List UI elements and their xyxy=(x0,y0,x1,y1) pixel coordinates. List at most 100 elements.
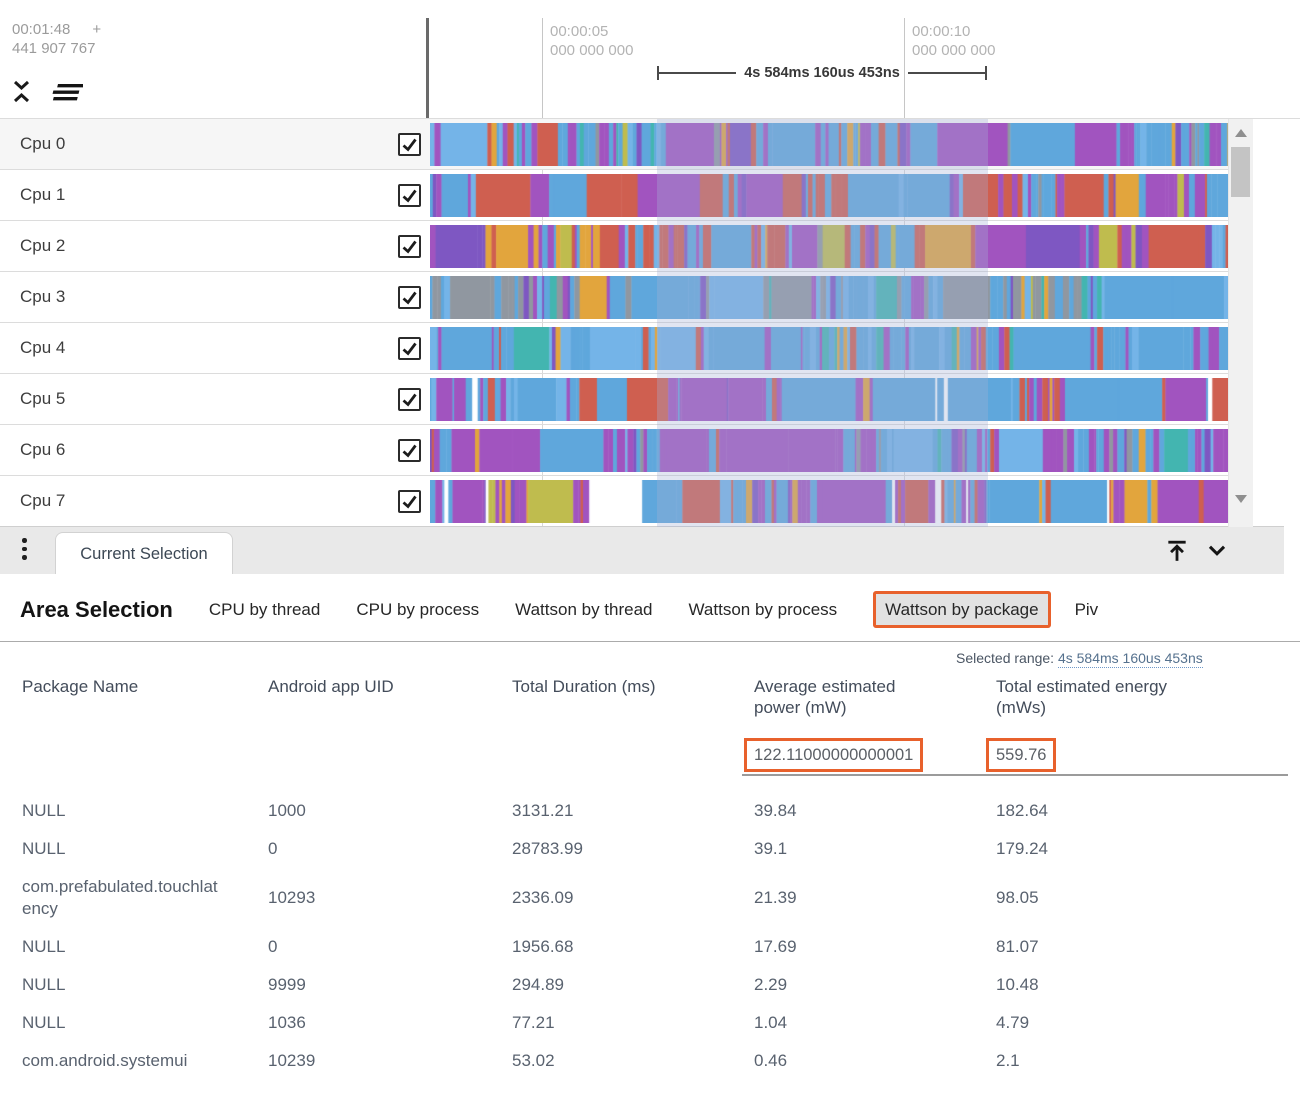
detail-tab-wattson-by-process[interactable]: Wattson by process xyxy=(689,600,838,619)
track-row-cpu-6: Cpu 6 xyxy=(0,425,1252,476)
table-row-7-col-2: 10239 xyxy=(268,1042,512,1080)
area-selection-overlay[interactable] xyxy=(657,119,988,527)
check-icon xyxy=(400,441,419,460)
table-top-border xyxy=(0,641,1300,642)
detail-tab-wattson-by-thread[interactable]: Wattson by thread xyxy=(515,600,652,619)
vertical-align-top-icon[interactable] xyxy=(1164,537,1190,568)
table-row-7-col-3: 53.02 xyxy=(512,1042,754,1080)
details-panel: Area Selection CPU by thread CPU by proce… xyxy=(0,574,1300,1104)
check-icon xyxy=(400,288,419,307)
table-row-5-col-1: NULL xyxy=(22,966,227,1004)
flatten-icon[interactable] xyxy=(47,80,83,109)
vertical-scrollbar[interactable] xyxy=(1228,119,1253,527)
track-row-cpu-7: Cpu 7 xyxy=(0,476,1252,527)
table-row-1-col-4: 39.84 xyxy=(754,792,996,830)
ruler-tick-origin xyxy=(426,18,429,118)
summary-avg-power-box: 122.11000000000001 xyxy=(744,738,923,772)
table-row-6-col-5: 4.79 xyxy=(996,1004,1288,1042)
track-label[interactable]: Cpu 4 xyxy=(20,323,65,373)
table-row-1-col-1: NULL xyxy=(22,792,227,830)
table-row-7-col-4: 0.46 xyxy=(754,1042,996,1080)
tab-current-selection[interactable]: Current Selection xyxy=(55,532,233,575)
ruler-tick-5s xyxy=(542,18,543,118)
table-row-1-col-5: 182.64 xyxy=(996,792,1288,830)
track-row-cpu-2: Cpu 2 xyxy=(0,221,1252,272)
unfold-less-icon[interactable] xyxy=(10,78,33,110)
table-row-4-col-3: 1956.68 xyxy=(512,928,754,966)
table-row-2-col-3: 28783.99 xyxy=(512,830,754,868)
table-row-5-col-5: 10.48 xyxy=(996,966,1288,1004)
check-icon xyxy=(400,339,419,358)
timeline-ruler: 00:01:48+ 441 907 767 00:00:05000 000 00… xyxy=(0,0,1300,118)
table-row-4-col-2: 0 xyxy=(268,928,512,966)
track-checkbox[interactable] xyxy=(398,439,421,462)
table-row-5-col-4: 2.29 xyxy=(754,966,996,1004)
track-checkbox[interactable] xyxy=(398,337,421,360)
table-row-3-col-3: 2336.09 xyxy=(512,879,754,917)
trace-origin-time: 00:01:48+ 441 907 767 xyxy=(12,20,101,58)
track-label[interactable]: Cpu 6 xyxy=(20,425,65,475)
table-row-4-col-5: 81.07 xyxy=(996,928,1288,966)
table-row-6-col-3: 77.21 xyxy=(512,1004,754,1042)
table-row-7-col-1: com.android.systemui xyxy=(22,1042,227,1080)
summary-total-energy-cell: 559.76 xyxy=(996,738,1288,772)
ruler-tick-5s-label: 00:00:05000 000 000 xyxy=(550,22,633,60)
column-header-4: Average estimated power (mW) xyxy=(754,672,939,738)
track-label[interactable]: Cpu 2 xyxy=(20,221,65,271)
track-label[interactable]: Cpu 3 xyxy=(20,272,65,322)
table-row-2-col-4: 39.1 xyxy=(754,830,996,868)
table-row-3-col-4: 21.39 xyxy=(754,879,996,917)
track-label[interactable]: Cpu 0 xyxy=(20,119,65,169)
triangle-down-icon[interactable] xyxy=(1235,495,1247,503)
column-header-1: Package Name xyxy=(22,672,268,717)
selected-range-link[interactable]: 4s 584ms 160us 453ns xyxy=(1058,650,1203,668)
selection-duration-marker: 4s 584ms 160us 453ns xyxy=(657,64,987,82)
table-row-2-col-5: 179.24 xyxy=(996,830,1288,868)
check-icon xyxy=(400,237,419,256)
triangle-up-icon[interactable] xyxy=(1235,129,1247,137)
track-row-cpu-0: Cpu 0 xyxy=(0,119,1252,170)
track-checkbox[interactable] xyxy=(398,184,421,207)
table-row-6-col-1: NULL xyxy=(22,1004,227,1042)
track-row-cpu-4: Cpu 4 xyxy=(0,323,1252,374)
cpu-track-list: Cpu 0 Cpu 1 Cpu 2 Cpu 3 xyxy=(0,118,1300,527)
check-icon xyxy=(400,186,419,205)
detail-tab-cpu-by-thread[interactable]: CPU by thread xyxy=(209,600,321,619)
panel-title: Area Selection xyxy=(20,597,173,623)
wattson-package-table: Package NameAndroid app UIDTotal Duratio… xyxy=(22,672,1288,1080)
track-checkbox[interactable] xyxy=(398,490,421,513)
track-label[interactable]: Cpu 5 xyxy=(20,374,65,424)
detail-tab-cpu-by-process[interactable]: CPU by process xyxy=(356,600,479,619)
track-checkbox[interactable] xyxy=(398,388,421,411)
perfetto-trace-viewer: 00:01:48+ 441 907 767 00:00:05000 000 00… xyxy=(0,0,1300,1104)
detail-tab-wattson-by-package[interactable]: Wattson by package xyxy=(873,591,1050,628)
column-header-5: Total estimated energy (mWs) xyxy=(996,672,1211,738)
kebab-icon[interactable] xyxy=(22,538,27,560)
selected-range: Selected range: 4s 584ms 160us 453ns xyxy=(956,650,1203,666)
details-tab-bar: Current Selection xyxy=(0,526,1284,575)
table-row-6-col-4: 1.04 xyxy=(754,1004,996,1042)
summary-avg-power-cell: 122.11000000000001 xyxy=(754,738,996,772)
check-icon xyxy=(400,390,419,409)
detail-tab-piv[interactable]: Piv xyxy=(1075,600,1099,619)
table-row-4-col-1: NULL xyxy=(22,928,227,966)
table-row-3-col-1: com.prefabulated.touchlatency xyxy=(22,868,227,928)
table-row-2-col-1: NULL xyxy=(22,830,227,868)
track-checkbox[interactable] xyxy=(398,133,421,156)
table-row-3-col-5: 98.05 xyxy=(996,879,1288,917)
table-row-4-col-4: 17.69 xyxy=(754,928,996,966)
track-label[interactable]: Cpu 7 xyxy=(20,476,65,526)
table-row-5-col-2: 9999 xyxy=(268,966,512,1004)
track-checkbox[interactable] xyxy=(398,235,421,258)
tab-current-selection-label: Current Selection xyxy=(80,545,207,564)
scrollbar-thumb[interactable] xyxy=(1231,147,1250,197)
table-row-5-col-3: 294.89 xyxy=(512,966,754,1004)
check-icon xyxy=(400,135,419,154)
ruler-tick-10s-label: 00:00:10000 000 000 xyxy=(912,22,995,60)
track-row-cpu-3: Cpu 3 xyxy=(0,272,1252,323)
track-label[interactable]: Cpu 1 xyxy=(20,170,65,220)
chevron-down-icon[interactable] xyxy=(1204,537,1230,568)
track-checkbox[interactable] xyxy=(398,286,421,309)
column-header-3: Total Duration (ms) xyxy=(512,672,754,717)
table-row-7-col-5: 2.1 xyxy=(996,1042,1288,1080)
